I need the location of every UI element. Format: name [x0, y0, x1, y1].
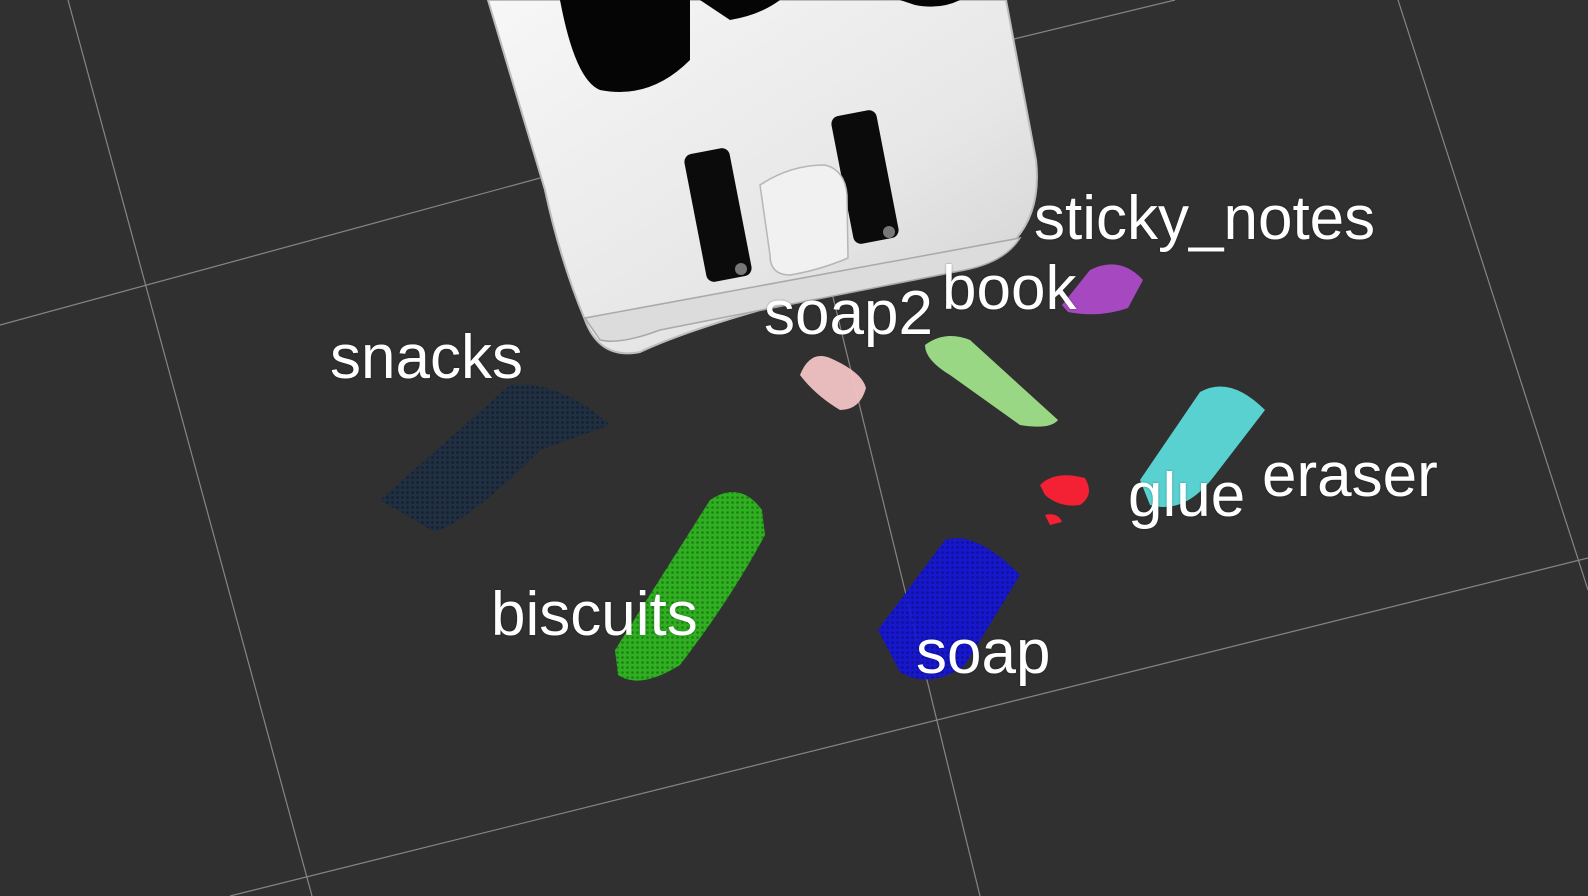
- label-biscuits: biscuits: [491, 580, 698, 649]
- label-eraser: eraser: [1262, 441, 1438, 510]
- soap2-point-cloud: [800, 356, 866, 410]
- label-soap2: soap2: [764, 279, 933, 348]
- snacks-point-cloud: [380, 384, 610, 532]
- label-sticky-notes: sticky_notes: [1034, 184, 1376, 253]
- label-soap: soap: [916, 618, 1051, 687]
- label-book: book: [942, 254, 1077, 323]
- label-snacks: snacks: [330, 323, 523, 392]
- glue-point-cloud: [1040, 475, 1089, 525]
- label-glue: glue: [1128, 461, 1246, 530]
- 3d-viewport[interactable]: sticky_notes book soap2 snacks eraser gl…: [0, 0, 1588, 896]
- green-point-cloud: [925, 336, 1058, 427]
